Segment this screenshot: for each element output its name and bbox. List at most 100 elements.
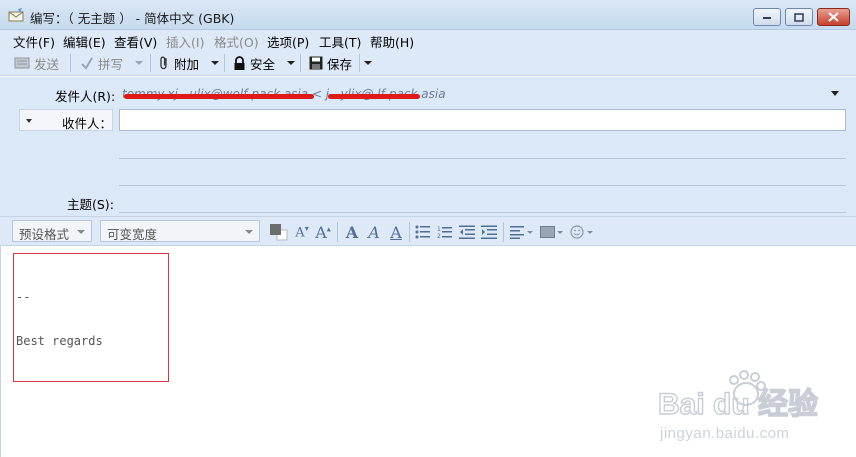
menu-format[interactable]: 格式(O) bbox=[214, 32, 259, 51]
format-separator bbox=[409, 222, 410, 242]
bold-icon: A bbox=[345, 222, 359, 242]
lock-icon bbox=[234, 55, 245, 70]
bullet-list-icon bbox=[415, 225, 430, 239]
text-color-icon bbox=[270, 224, 288, 241]
numbered-list-button[interactable]: 1 2 bbox=[436, 223, 454, 241]
recipient-row-line bbox=[119, 158, 846, 159]
menu-view[interactable]: 查看(V) bbox=[114, 32, 157, 51]
font-larger-icon: A▴ bbox=[315, 222, 331, 242]
italic-button[interactable]: A bbox=[365, 222, 383, 242]
menu-options[interactable]: 选项(P) bbox=[267, 32, 309, 51]
close-icon bbox=[828, 12, 839, 22]
font-family-select[interactable]: 可变宽度 bbox=[100, 220, 260, 242]
indent-icon bbox=[481, 225, 497, 239]
toolbar-separator bbox=[300, 54, 301, 72]
message-header: 发件人(R): tommy.xj . ulix@wolf-pack.asia <… bbox=[0, 77, 856, 216]
text-color-button[interactable] bbox=[268, 223, 290, 241]
format-separator bbox=[503, 222, 504, 242]
minimize-button[interactable] bbox=[753, 8, 781, 26]
toolbar-separator bbox=[150, 54, 151, 72]
send-label: 发送 bbox=[34, 56, 60, 72]
signature-highlight-box: -- Best regards bbox=[13, 253, 169, 382]
format-separator bbox=[337, 222, 338, 242]
smiley-icon bbox=[570, 225, 593, 239]
baidu-jingyan-watermark: Bai du 经验 jingyan.baidu.com bbox=[657, 370, 819, 442]
recipient-type-select[interactable]: 收件人： bbox=[19, 109, 113, 131]
spell-dropdown-icon[interactable] bbox=[135, 61, 143, 65]
watermark-brand: Bai du 经验 bbox=[658, 387, 818, 421]
recipient-row-line bbox=[119, 185, 846, 186]
attach-button[interactable]: 附加 bbox=[158, 54, 199, 72]
chevron-down-icon bbox=[77, 230, 85, 234]
toolbar-separator bbox=[224, 54, 225, 72]
paperclip-icon bbox=[160, 56, 167, 70]
underline-button[interactable]: A bbox=[387, 222, 405, 242]
underline-icon: A bbox=[390, 222, 402, 242]
security-dropdown-icon[interactable] bbox=[287, 61, 295, 65]
maximize-icon bbox=[794, 12, 804, 22]
svg-text:2: 2 bbox=[437, 233, 441, 239]
attach-dropdown-icon[interactable] bbox=[211, 61, 219, 65]
menu-help[interactable]: 帮助(H) bbox=[370, 32, 414, 51]
compose-app-icon bbox=[8, 8, 24, 22]
image-icon bbox=[540, 226, 563, 238]
svg-text:1: 1 bbox=[437, 226, 441, 233]
subject-input[interactable] bbox=[119, 212, 846, 213]
maximize-button[interactable] bbox=[785, 8, 813, 26]
paragraph-style-value: 预设格式 bbox=[19, 227, 70, 242]
to-label: 收件人： bbox=[62, 116, 113, 131]
chevron-down-icon bbox=[26, 119, 32, 123]
signature-text: Best regards bbox=[16, 334, 103, 348]
decrease-font-size-button[interactable]: A▾ bbox=[293, 223, 311, 241]
title-bar: 编写：（ 无主题 ） - 简体中文 (GBK) bbox=[0, 0, 856, 30]
menu-file[interactable]: 文件(F) bbox=[13, 32, 55, 51]
outdent-icon bbox=[459, 225, 475, 239]
insert-image-button[interactable] bbox=[539, 223, 565, 241]
paragraph-style-select[interactable]: 预设格式 bbox=[12, 220, 92, 242]
security-label: 安全 bbox=[250, 56, 276, 72]
outdent-button[interactable] bbox=[458, 223, 476, 241]
menu-edit[interactable]: 编辑(E) bbox=[63, 32, 106, 51]
numbered-list-icon: 1 2 bbox=[437, 226, 452, 239]
attach-label: 附加 bbox=[174, 56, 200, 72]
subject-label: 主题(S): bbox=[67, 197, 114, 212]
toolbar-separator bbox=[70, 54, 71, 72]
save-label: 保存 bbox=[327, 56, 353, 72]
send-button[interactable]: 发送 bbox=[14, 54, 59, 72]
signature-separator: -- bbox=[16, 290, 31, 304]
spell-button[interactable]: 拼写 bbox=[80, 54, 123, 72]
insert-smiley-button[interactable] bbox=[569, 223, 595, 241]
from-label: 发件人(R): bbox=[55, 89, 116, 104]
from-dropdown-icon[interactable] bbox=[831, 91, 839, 96]
to-input[interactable] bbox=[119, 109, 846, 131]
menu-insert[interactable]: 插入(I) bbox=[166, 32, 204, 51]
bold-button[interactable]: A bbox=[343, 222, 361, 242]
italic-icon: A bbox=[368, 222, 380, 242]
font-smaller-icon: A▾ bbox=[295, 223, 309, 241]
indent-button[interactable] bbox=[480, 223, 498, 241]
redaction-mark bbox=[328, 94, 420, 99]
spell-label: 拼写 bbox=[98, 56, 124, 72]
align-left-icon bbox=[510, 226, 533, 239]
redaction-mark bbox=[124, 94, 314, 99]
font-family-value: 可变宽度 bbox=[107, 227, 158, 242]
increase-font-size-button[interactable]: A▴ bbox=[313, 222, 333, 242]
bullet-list-button[interactable] bbox=[414, 223, 432, 241]
format-toolbar: 预设格式 可变宽度 A▾ A▴ A A A 1 2 bbox=[0, 216, 856, 246]
close-window-button[interactable] bbox=[817, 8, 850, 26]
minimize-icon bbox=[763, 17, 771, 19]
toolbar-separator bbox=[359, 54, 360, 72]
chevron-down-icon bbox=[245, 230, 253, 234]
security-button[interactable]: 安全 bbox=[233, 54, 275, 72]
menu-tools[interactable]: 工具(T) bbox=[319, 32, 361, 51]
floppy-disk-icon bbox=[309, 56, 323, 70]
save-button[interactable]: 保存 bbox=[309, 54, 352, 72]
menu-bar: 文件(F) 编辑(E) 查看(V) 插入(I) 格式(O) 选项(P) 工具(T… bbox=[0, 30, 856, 50]
window-title: 编写：（ 无主题 ） - 简体中文 (GBK) bbox=[30, 11, 235, 26]
align-button[interactable] bbox=[509, 223, 535, 241]
watermark-url: jingyan.baidu.com bbox=[659, 425, 789, 442]
save-dropdown-icon[interactable] bbox=[364, 61, 372, 65]
checkmark-icon bbox=[81, 57, 93, 70]
compose-toolbar: 发送 拼写 附加 安全 保存 bbox=[0, 50, 856, 76]
send-icon bbox=[14, 57, 30, 69]
